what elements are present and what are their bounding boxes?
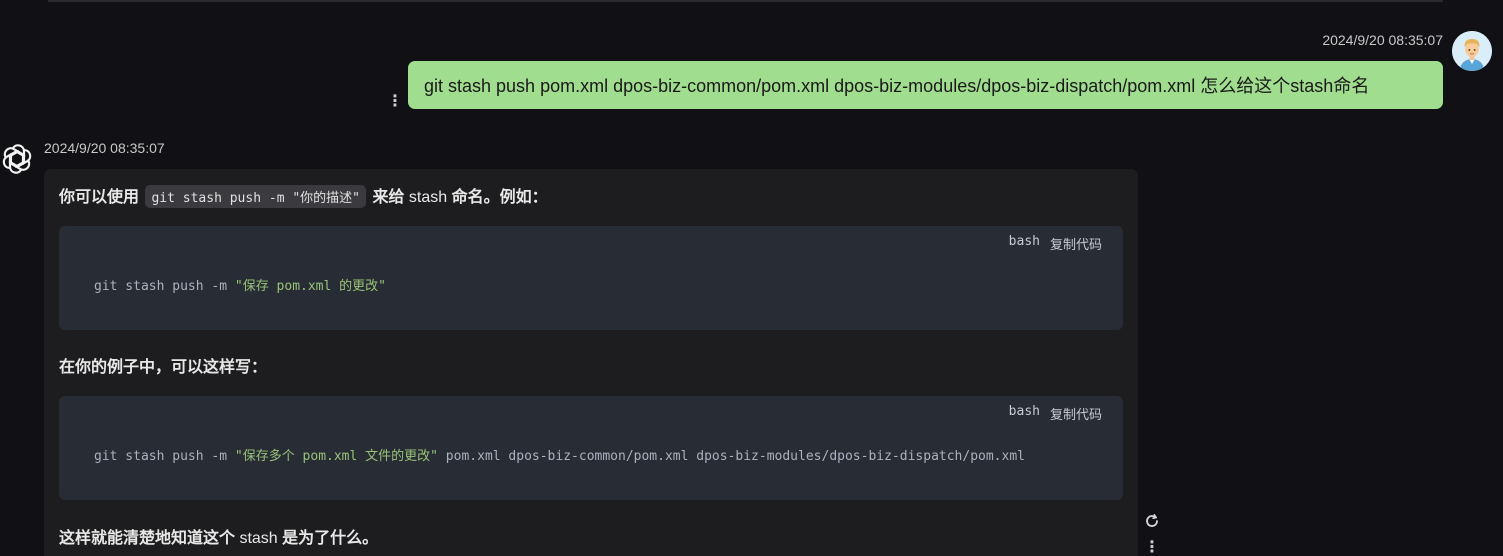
inline-code: git stash push -m "你的描述" [145, 185, 367, 208]
assistant-message-timestamp: 2024/9/20 08:35:07 [44, 140, 165, 156]
code-block-2-header: bash 复制代码 [1009, 404, 1102, 423]
user-message-bubble: git stash push pom.xml dpos-biz-common/p… [408, 61, 1443, 109]
assistant-paragraph-3: 这样就能清楚地知道这个 stash 是为了什么。 [59, 524, 378, 548]
code-string: "保存多个 pom.xml 文件的更改" [234, 449, 438, 464]
code-language-label: bash [1008, 404, 1040, 419]
chat-page: 2024/9/20 08:35:07 ⋮ git stash push pom.… [0, 0, 1503, 556]
assistant-paragraph-2: 在你的例子中，可以这样写： [59, 359, 268, 376]
assistant-message-more-icon[interactable]: ⋮ [1143, 538, 1161, 556]
code-command: git stash push -m [94, 449, 235, 464]
code-block-1: bash 复制代码 git stash push -m "保存 pom.xml … [59, 226, 1123, 330]
para3-text-before: 这样就能清楚地知道这个 [59, 530, 236, 547]
para1-text-plain: stash [404, 189, 452, 206]
code-language-label: bash [1008, 234, 1040, 249]
assistant-logo-icon [2, 144, 32, 174]
regenerate-icon[interactable] [1143, 512, 1161, 530]
code-line: git stash push -m "保存 pom.xml 的更改" [94, 275, 386, 294]
user-avatar-icon [1452, 31, 1492, 71]
code-string: "保存 pom.xml 的更改" [234, 279, 386, 294]
code-block-1-header: bash 复制代码 [1009, 234, 1102, 253]
top-divider [48, 0, 1443, 2]
code-command: git stash push -m [94, 279, 235, 294]
para3-text-after: 是为了什么。 [282, 530, 379, 547]
user-message-more-icon[interactable]: ⋮ [386, 90, 404, 112]
copy-code-button[interactable]: 复制代码 [1050, 404, 1102, 423]
code-args: pom.xml dpos-biz-common/pom.xml dpos-biz… [437, 449, 1025, 464]
para3-text-plain: stash [235, 530, 283, 547]
code-block-2: bash 复制代码 git stash push -m "保存多个 pom.xm… [59, 396, 1123, 500]
assistant-paragraph-1: 你可以使用 git stash push -m "你的描述" 来给 stash … [59, 183, 548, 208]
user-avatar[interactable] [1452, 31, 1492, 71]
para1-text-after: 命名。例如： [451, 189, 548, 206]
user-message-text: git stash push pom.xml dpos-biz-common/p… [424, 76, 1370, 96]
copy-code-button[interactable]: 复制代码 [1050, 234, 1102, 253]
para1-text-before: 你可以使用 [59, 189, 140, 206]
code-line: git stash push -m "保存多个 pom.xml 文件的更改" p… [94, 445, 1025, 464]
user-message-timestamp: 2024/9/20 08:35:07 [1322, 32, 1443, 48]
para1-text-middle: 来给 [372, 189, 405, 206]
